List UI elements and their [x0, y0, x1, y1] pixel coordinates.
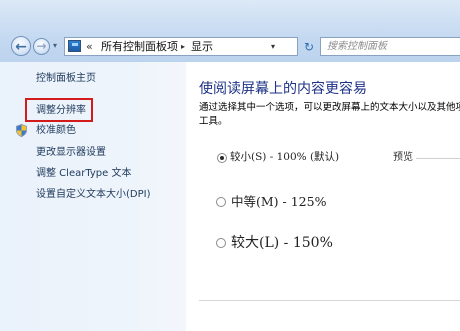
breadcrumb-all-control-panel-items[interactable]: 所有控制面板项 [101, 39, 178, 55]
search-input[interactable]: 搜索控制面板 [320, 37, 460, 56]
radio-larger[interactable] [216, 238, 226, 248]
page-description: 通过选择其中一个选项，可以更改屏幕上的文本大小以及其他项。 工具。 [199, 101, 460, 129]
refresh-button[interactable]: ↻ [300, 38, 318, 56]
breadcrumb-overflow[interactable]: « [86, 39, 93, 55]
address-dropdown-icon[interactable]: ▾ [271, 39, 275, 55]
control-panel-icon [68, 40, 81, 52]
shield-icon [16, 124, 27, 137]
page-title: 使阅读屏幕上的内容更容易 [199, 81, 367, 97]
page-description-line-1: 通过选择其中一个选项，可以更改屏幕上的文本大小以及其他项。 [199, 102, 460, 113]
address-toolbar: ← → ▾ « 所有控制面板项 ▸ 显示 ▾ ↻ 搜索控制面板 [0, 0, 460, 62]
page-description-line-2: 工具。 [199, 116, 228, 127]
radio-smaller[interactable] [217, 153, 227, 163]
radio-medium[interactable] [216, 197, 226, 207]
forward-button[interactable]: → [33, 38, 50, 55]
breadcrumb-separator[interactable]: ▸ [181, 39, 185, 55]
highlight-annotation [25, 98, 93, 122]
content-divider [199, 300, 460, 301]
sidebar-item-change-display-settings[interactable]: 更改显示器设置 [36, 146, 106, 160]
sidebar-item-custom-dpi[interactable]: 设置自定义文本大小(DPI) [36, 188, 150, 202]
back-button[interactable]: ← [11, 36, 31, 56]
search-placeholder: 搜索控制面板 [327, 41, 387, 52]
breadcrumb-display[interactable]: 显示 [191, 39, 213, 55]
option-smaller-label[interactable]: 较小(S) - 100% (默认) [230, 149, 339, 165]
preview-divider [416, 158, 460, 159]
address-bar[interactable]: « 所有控制面板项 ▸ 显示 ▾ [64, 37, 298, 56]
sidebar-item-adjust-cleartype[interactable]: 调整 ClearType 文本 [36, 167, 131, 181]
recent-pages-dropdown[interactable]: ▾ [53, 42, 61, 50]
option-medium-label[interactable]: 中等(M) - 125% [231, 192, 326, 212]
option-larger-label[interactable]: 较大(L) - 150% [231, 232, 333, 254]
sidebar-item-calibrate-color[interactable]: 校准颜色 [36, 124, 76, 138]
preview-label: 预览 [393, 152, 413, 163]
sidebar-item-control-panel-home[interactable]: 控制面板主页 [36, 72, 96, 86]
